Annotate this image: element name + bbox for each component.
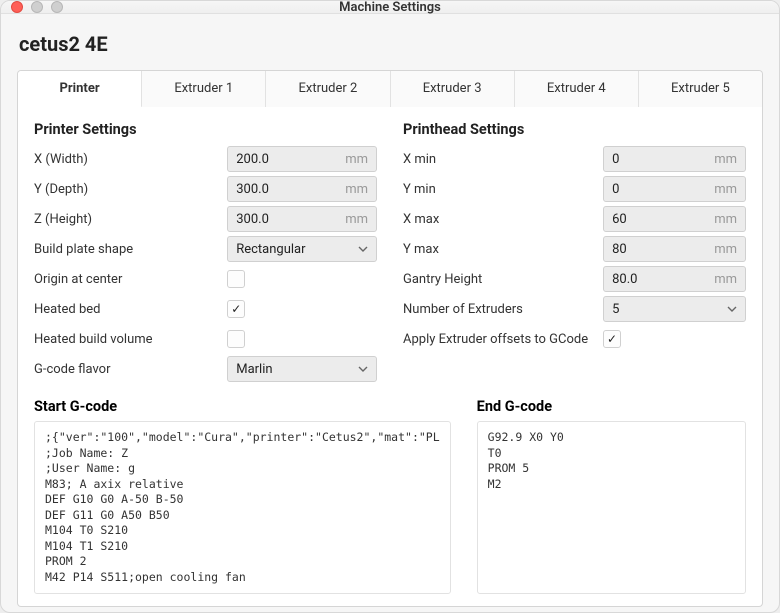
- y-min-value: 0: [612, 182, 708, 197]
- y-depth-unit: mm: [345, 182, 368, 197]
- x-max-input[interactable]: 60 mm: [603, 206, 746, 232]
- apply-offsets-checkbox[interactable]: [603, 330, 621, 348]
- z-height-unit: mm: [345, 212, 368, 227]
- printhead-settings-title: Printhead Settings: [403, 121, 746, 138]
- heated-bed-checkbox[interactable]: [227, 300, 245, 318]
- y-min-input[interactable]: 0 mm: [603, 176, 746, 202]
- x-max-label: X max: [403, 212, 595, 227]
- heated-build-volume-label: Heated build volume: [34, 332, 219, 347]
- num-extruders-select[interactable]: 5: [603, 296, 746, 322]
- origin-at-center-label: Origin at center: [34, 272, 219, 287]
- start-gcode-textarea[interactable]: ;{"ver":"100","model":"Cura","printer":"…: [34, 421, 451, 594]
- close-window-button[interactable]: [11, 1, 23, 13]
- tab-extruder-1[interactable]: Extruder 1: [142, 71, 266, 107]
- end-gcode-textarea[interactable]: G92.9 X0 Y0 T0 PROM 5 M2: [477, 421, 746, 594]
- window-title: Machine Settings: [1, 0, 779, 15]
- y-depth-value: 300.0: [236, 182, 339, 197]
- x-min-value: 0: [612, 152, 708, 167]
- chevron-down-icon: [727, 304, 737, 314]
- printer-settings-title: Printer Settings: [34, 121, 377, 138]
- tab-extruder-2[interactable]: Extruder 2: [266, 71, 390, 107]
- y-min-unit: mm: [714, 182, 737, 197]
- build-plate-shape-value: Rectangular: [236, 242, 305, 257]
- x-max-unit: mm: [714, 212, 737, 227]
- y-max-value: 80: [612, 242, 708, 257]
- window-controls: [11, 1, 63, 13]
- num-extruders-value: 5: [612, 302, 619, 317]
- content-area: cetus2 4E Printer Extruder 1 Extruder 2 …: [1, 14, 779, 613]
- machine-name-heading: cetus2 4E: [19, 32, 761, 56]
- printer-tab-panel: Printer Settings X (Width) 200.0 mm Y (D…: [17, 107, 763, 607]
- x-min-input[interactable]: 0 mm: [603, 146, 746, 172]
- y-max-unit: mm: [714, 242, 737, 257]
- heated-bed-label: Heated bed: [34, 302, 219, 317]
- minimize-window-button[interactable]: [31, 1, 43, 13]
- gantry-height-value: 80.0: [612, 272, 708, 287]
- z-height-label: Z (Height): [34, 212, 219, 227]
- titlebar: Machine Settings: [1, 1, 779, 14]
- x-min-label: X min: [403, 152, 595, 167]
- heated-build-volume-checkbox[interactable]: [227, 330, 245, 348]
- gcode-flavor-label: G-code flavor: [34, 362, 219, 377]
- gcode-flavor-value: Marlin: [236, 362, 272, 377]
- num-extruders-label: Number of Extruders: [403, 302, 595, 317]
- y-min-label: Y min: [403, 182, 595, 197]
- y-max-label: Y max: [403, 242, 595, 257]
- maximize-window-button[interactable]: [51, 1, 63, 13]
- y-depth-label: Y (Depth): [34, 182, 219, 197]
- gantry-height-label: Gantry Height: [403, 272, 595, 287]
- gantry-height-unit: mm: [714, 272, 737, 287]
- build-plate-shape-label: Build plate shape: [34, 242, 219, 257]
- printhead-settings-section: Printhead Settings X min 0 mm Y min: [403, 121, 746, 384]
- start-gcode-section: Start G-code ;{"ver":"100","model":"Cura…: [34, 392, 451, 594]
- end-gcode-title: End G-code: [477, 398, 746, 415]
- machine-settings-window: Machine Settings cetus2 4E Printer Extru…: [0, 0, 780, 613]
- start-gcode-title: Start G-code: [34, 398, 451, 415]
- gcode-flavor-select[interactable]: Marlin: [227, 356, 377, 382]
- x-width-input[interactable]: 200.0 mm: [227, 146, 377, 172]
- x-width-value: 200.0: [236, 152, 339, 167]
- z-height-input[interactable]: 300.0 mm: [227, 206, 377, 232]
- origin-at-center-checkbox[interactable]: [227, 270, 245, 288]
- chevron-down-icon: [358, 364, 368, 374]
- tabs-bar: Printer Extruder 1 Extruder 2 Extruder 3…: [17, 70, 763, 107]
- x-max-value: 60: [612, 212, 708, 227]
- x-width-label: X (Width): [34, 152, 219, 167]
- tab-extruder-4[interactable]: Extruder 4: [515, 71, 639, 107]
- z-height-value: 300.0: [236, 212, 339, 227]
- x-min-unit: mm: [714, 152, 737, 167]
- y-depth-input[interactable]: 300.0 mm: [227, 176, 377, 202]
- y-max-input[interactable]: 80 mm: [603, 236, 746, 262]
- x-width-unit: mm: [345, 152, 368, 167]
- build-plate-shape-select[interactable]: Rectangular: [227, 236, 377, 262]
- end-gcode-section: End G-code G92.9 X0 Y0 T0 PROM 5 M2: [477, 392, 746, 594]
- chevron-down-icon: [358, 244, 368, 254]
- tab-extruder-5[interactable]: Extruder 5: [639, 71, 762, 107]
- tab-printer[interactable]: Printer: [18, 71, 142, 107]
- tab-extruder-3[interactable]: Extruder 3: [391, 71, 515, 107]
- gantry-height-input[interactable]: 80.0 mm: [603, 266, 746, 292]
- printer-settings-section: Printer Settings X (Width) 200.0 mm Y (D…: [34, 121, 377, 384]
- apply-offsets-label: Apply Extruder offsets to GCode: [403, 332, 595, 347]
